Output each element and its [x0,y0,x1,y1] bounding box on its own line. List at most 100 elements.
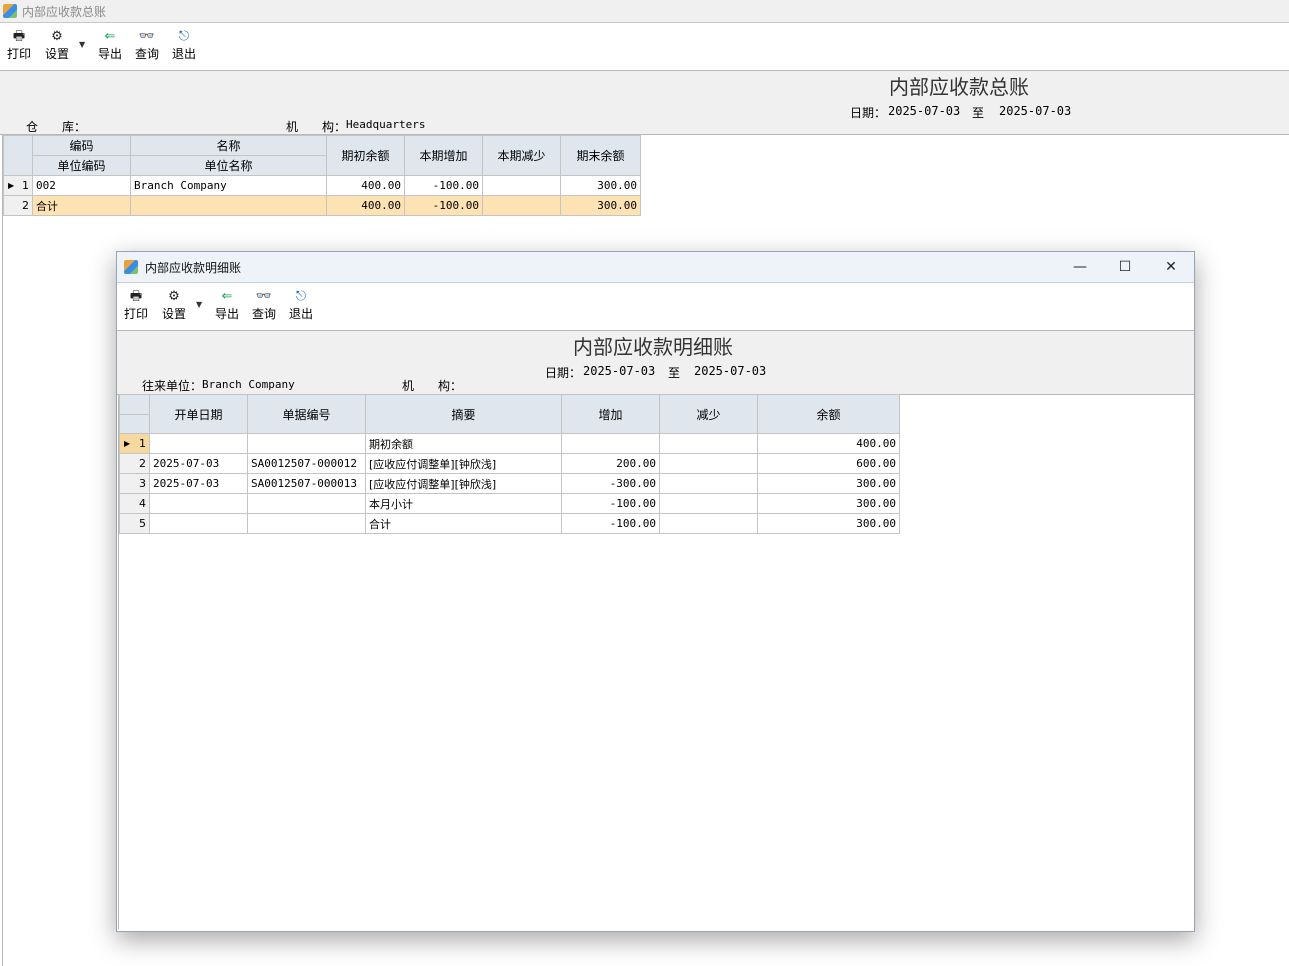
print-button[interactable]: 🖶 打印 [121,289,151,322]
cell-date[interactable] [149,513,248,534]
cell-decrease[interactable] [659,473,758,494]
cell-summary[interactable]: 本月小计 [365,493,562,514]
exit-door-icon: ⎋ [295,289,307,304]
row-number[interactable]: 2 [119,453,150,474]
row-number[interactable]: 5 [119,513,150,534]
main-report-title: 内部应收款总账 [889,75,1029,99]
settings-dropdown-arrow-icon[interactable]: ▼ [79,40,85,49]
printer-icon: 🖶 [12,29,26,44]
header-name[interactable]: 名称 [130,135,327,156]
cell-balance[interactable]: 600.00 [757,453,900,474]
exit-button[interactable]: ⎋ 退出 [169,29,199,62]
export-button[interactable]: ⇐ 导出 [95,29,125,62]
minimize-icon[interactable]: — [1060,256,1100,278]
cell-increase[interactable]: -300.00 [561,473,660,494]
header-decrease[interactable]: 减少 [659,394,758,434]
header-doc-date[interactable]: 开单日期 [149,394,248,434]
export-label: 导出 [97,47,122,61]
cell-decrease[interactable] [659,433,758,454]
cell-decrease[interactable] [659,493,758,514]
summary-grid[interactable]: 编码 名称 期初余额 本期增加 本期减少 期末余额 单位编码 单位名称 ▶ 1 0… [3,135,641,216]
query-label: 查询 [134,47,159,61]
cell-increase[interactable]: -100.00 [404,175,483,196]
cell-increase[interactable] [561,433,660,454]
cell-doc[interactable]: SA0012507-000012 [247,453,366,474]
row-number[interactable]: 4 [119,493,150,514]
row-number[interactable]: ▶ 1 [119,433,150,454]
header-unit-code[interactable]: 单位编码 [32,155,131,176]
print-button[interactable]: 🖶 打印 [4,29,34,62]
cell-decrease[interactable] [659,513,758,534]
settings-dropdown-arrow-icon[interactable]: ▼ [196,300,202,309]
cell-balance[interactable]: 300.00 [757,473,900,494]
header-opening-balance[interactable]: 期初余额 [326,135,405,176]
header-balance[interactable]: 余额 [757,394,900,434]
cell-balance[interactable]: 300.00 [757,493,900,514]
cell-increase[interactable]: -100.00 [404,195,483,216]
table-row[interactable]: ▶ 1 002 Branch Company 400.00 -100.00 300… [3,175,641,196]
table-row[interactable]: 2 2025-07-03 SA0012507-000012 [应收应付调整单][… [119,453,900,474]
cell-summary[interactable]: [应收应付调整单][钟欣浅] [365,453,562,474]
cell-decrease[interactable] [659,453,758,474]
row-number[interactable]: 3 [119,473,150,494]
settings-button[interactable]: ⚙ 设置 [42,29,72,62]
cell-increase[interactable]: 200.00 [561,453,660,474]
cell-summary[interactable]: 期初余额 [365,433,562,454]
header-period-increase[interactable]: 本期增加 [404,135,483,176]
cell-doc[interactable] [247,493,366,514]
header-unit-name[interactable]: 单位名称 [130,155,327,176]
settings-button[interactable]: ⚙ 设置 [159,289,189,322]
cell-increase[interactable]: -100.00 [561,493,660,514]
table-row[interactable]: 4 本月小计 -100.00 300.00 [119,493,900,514]
close-icon[interactable]: ✕ [1151,256,1191,278]
cell-name[interactable] [130,195,327,216]
header-period-decrease[interactable]: 本期减少 [482,135,561,176]
settings-icon: ⚙ [168,289,180,304]
cell-summary[interactable]: [应收应付调整单][钟欣浅] [365,473,562,494]
row-number[interactable]: 2 [3,195,33,216]
detail-grid[interactable]: 开单日期 单据编号 摘要 增加 减少 余额 ▶ 1 期初余额 400.00 2 2… [119,394,900,534]
cell-decrease[interactable] [482,195,561,216]
cell-decrease[interactable] [482,175,561,196]
row-number[interactable]: ▶ 1 [3,175,33,196]
table-row[interactable]: 3 2025-07-03 SA0012507-000013 [应收应付调整单][… [119,473,900,494]
table-row-total[interactable]: 2 合计 400.00 -100.00 300.00 [3,195,641,216]
exit-button[interactable]: ⎋ 退出 [286,289,316,322]
maximize-icon[interactable]: ☐ [1105,256,1145,278]
header-increase[interactable]: 增加 [561,394,660,434]
table-row[interactable]: 5 合计 -100.00 300.00 [119,513,900,534]
warehouse-label: 仓 库： [26,120,87,134]
cell-code[interactable]: 002 [32,175,131,196]
cell-closing[interactable]: 300.00 [560,175,641,196]
cell-balance[interactable]: 300.00 [757,513,900,534]
table-row[interactable]: ▶ 1 期初余额 400.00 [119,433,900,454]
header-code[interactable]: 编码 [32,135,131,156]
cell-increase[interactable]: -100.00 [561,513,660,534]
header-closing-balance[interactable]: 期末余额 [560,135,641,176]
cell-code[interactable]: 合计 [32,195,131,216]
cell-date[interactable] [149,433,248,454]
cell-doc[interactable] [247,433,366,454]
query-button[interactable]: 👓 查询 [132,29,162,62]
cell-date[interactable]: 2025-07-03 [149,473,248,494]
cell-closing[interactable]: 300.00 [560,195,641,216]
detail-titlebar[interactable]: 内部应收款明细账 — ☐ ✕ [117,252,1194,283]
app-icon [3,4,17,18]
cell-summary[interactable]: 合计 [365,513,562,534]
printer-icon: 🖶 [129,289,143,304]
cell-date[interactable] [149,493,248,514]
cell-doc[interactable] [247,513,366,534]
settings-icon: ⚙ [51,29,63,44]
cell-opening[interactable]: 400.00 [326,195,405,216]
cell-opening[interactable]: 400.00 [326,175,405,196]
cell-date[interactable]: 2025-07-03 [149,453,248,474]
cell-name[interactable]: Branch Company [130,175,327,196]
header-summary[interactable]: 摘要 [365,394,562,434]
export-button[interactable]: ⇐ 导出 [212,289,242,322]
header-doc-number[interactable]: 单据编号 [247,394,366,434]
cell-balance[interactable]: 400.00 [757,433,900,454]
detail-window[interactable]: 内部应收款明细账 — ☐ ✕ 🖶 打印 ⚙ 设置 ▼ ⇐ 导出 👓 查询 ⎋ 退… [116,251,1195,932]
query-button[interactable]: 👓 查询 [249,289,279,322]
cell-doc[interactable]: SA0012507-000013 [247,473,366,494]
print-label: 打印 [6,47,31,61]
